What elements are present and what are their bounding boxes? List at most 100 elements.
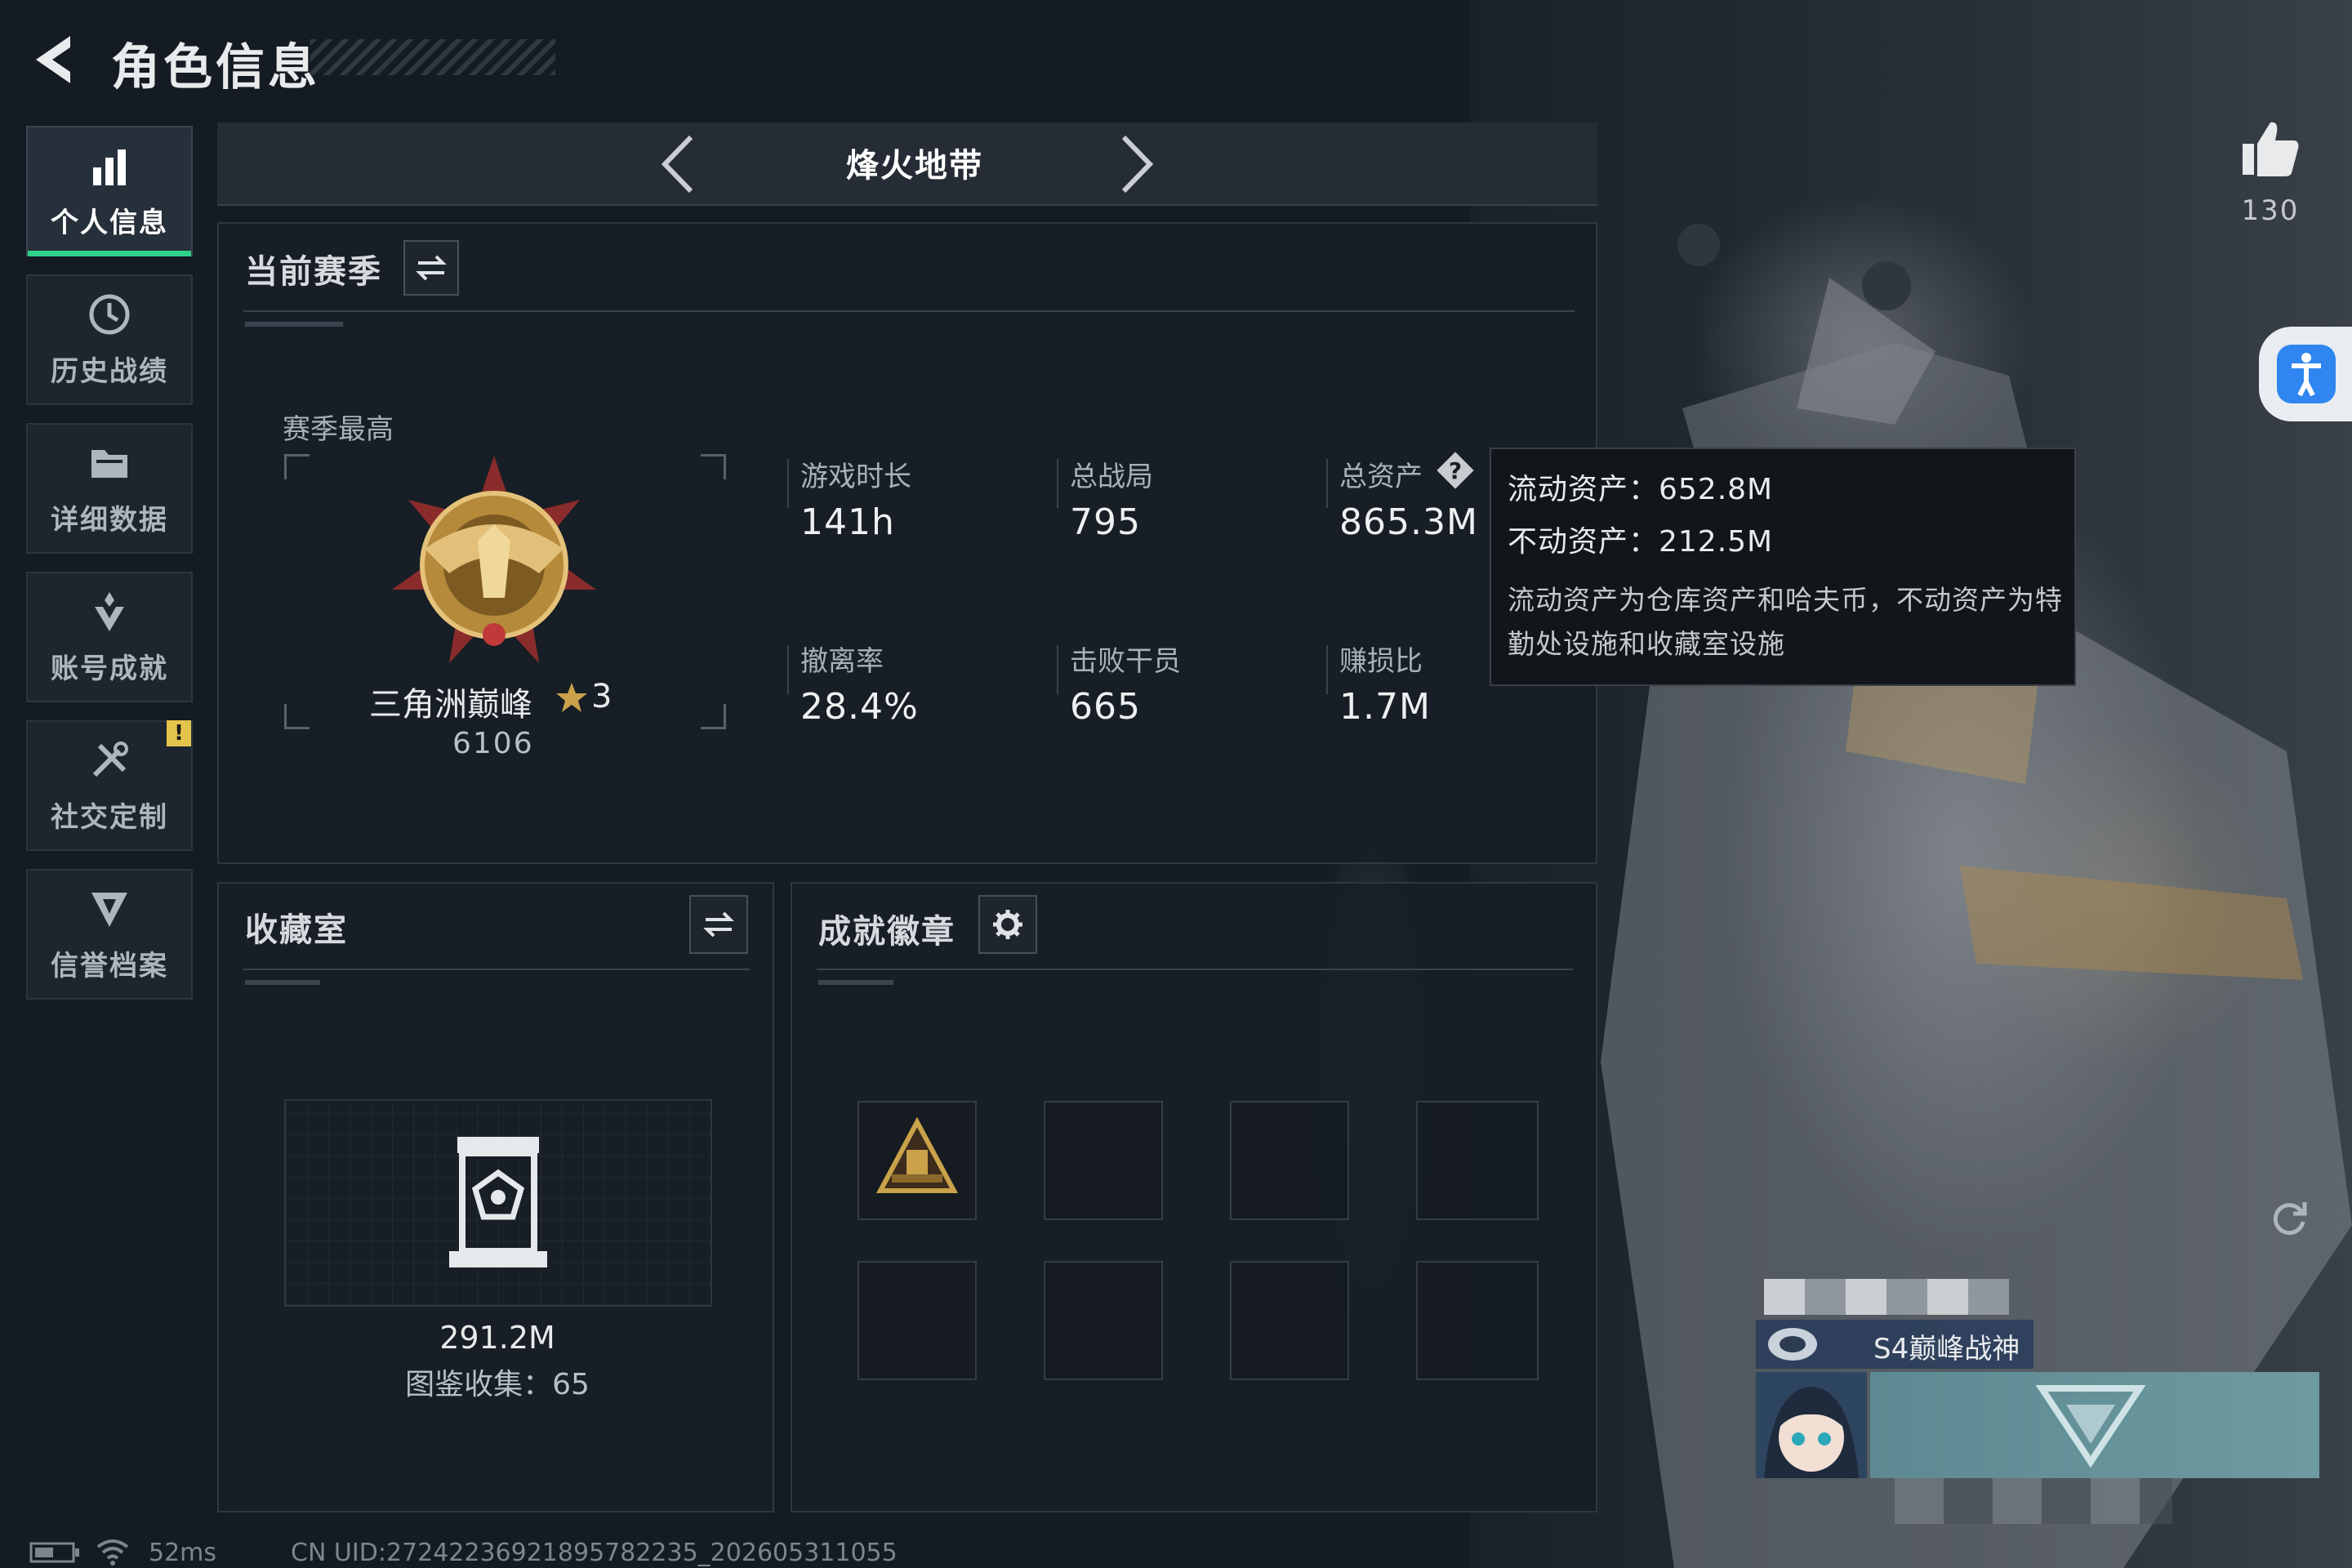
gear-icon: [993, 910, 1022, 939]
svg-text:?: ?: [1449, 457, 1462, 484]
rotate-icon[interactable]: [2269, 1197, 2310, 1238]
player-title: S4巅峰战神: [1873, 1333, 2020, 1365]
stat-value-profit-ratio: 1.7M: [1339, 686, 1431, 728]
title-decoration: [310, 39, 555, 75]
divider: [817, 969, 1573, 970]
avatar-image: [1764, 1387, 1859, 1478]
swap-icon: [703, 911, 734, 938]
back-arrow-icon[interactable]: [28, 31, 77, 88]
divider: [1326, 645, 1328, 694]
accessibility-button[interactable]: [2259, 327, 2352, 421]
title-emblem-icon: [1768, 1328, 1817, 1361]
stat-label-total-assets: 总资产: [1339, 461, 1423, 493]
decor-text: [245, 322, 343, 327]
sidebar-item-detailed-data[interactable]: 详细数据: [26, 423, 193, 554]
collection-catalog: 图鉴收集：65: [405, 1368, 590, 1401]
stat-value-playtime: 141h: [800, 501, 895, 543]
season-title: 当前赛季: [245, 253, 382, 291]
tooltip-liquid-assets: 流动资产：652.8M: [1508, 473, 1774, 506]
sidebar-item-label: 详细数据: [51, 503, 168, 537]
achievement-icon: [95, 591, 124, 631]
stat-label-kills: 击败干员: [1070, 645, 1181, 678]
rank-points: 6106: [452, 727, 534, 760]
battery-icon: [29, 1542, 79, 1563]
wifi-icon: [96, 1539, 129, 1566]
badge-slot-8[interactable]: [1416, 1261, 1539, 1380]
rank-name: 三角洲巅峰: [369, 686, 532, 724]
divider: [243, 969, 750, 970]
stat-value-total-assets: 865.3M: [1339, 501, 1478, 543]
stat-label-profit-ratio: 赚损比: [1339, 645, 1423, 678]
stat-value-kills: 665: [1070, 686, 1141, 728]
tools-icon: [92, 741, 128, 777]
sidebar-item-label: 账号成就: [51, 652, 168, 685]
rank-emblem-icon: [392, 456, 596, 663]
divider: [787, 645, 789, 694]
mode-name: 烽火地带: [846, 147, 983, 185]
decor-text: [818, 980, 893, 985]
swap-icon: [416, 255, 447, 281]
history-clock-icon: [89, 294, 130, 334]
divider: [787, 459, 789, 508]
season-switch-button[interactable]: [403, 240, 459, 296]
collection-value: 291.2M: [439, 1320, 555, 1356]
alert-badge: !: [167, 720, 191, 746]
display-case-icon: [449, 1137, 547, 1267]
frame-corner: [284, 454, 310, 479]
divider: [1057, 459, 1058, 508]
triangle-badge-icon: [875, 1116, 959, 1193]
badge-slot-7[interactable]: [1230, 1261, 1349, 1380]
collection-panel: 收藏室 291.2M 图鉴收集：65: [217, 882, 774, 1512]
frame-corner: [701, 704, 726, 729]
divider: [243, 310, 1575, 312]
chevron-left-icon[interactable]: [658, 134, 699, 194]
badges-panel: 成就徽章: [791, 882, 1597, 1512]
card-logo-icon: [2035, 1385, 2146, 1468]
sidebar-item-achievements[interactable]: 账号成就: [26, 572, 193, 702]
divider: [1057, 645, 1058, 694]
folder-icon: [91, 449, 127, 478]
sidebar-item-label: 历史战绩: [51, 354, 168, 388]
tooltip-fixed-assets: 不动资产：212.5M: [1508, 525, 1774, 559]
thumbs-up-icon[interactable]: [2238, 116, 2303, 181]
collection-switch-button[interactable]: [689, 895, 748, 954]
asset-tooltip: 流动资产：652.8M 不动资产：212.5M 流动资产为仓库资产和哈夫币，不动…: [1490, 448, 2076, 686]
badge-slot-5[interactable]: [858, 1261, 977, 1380]
avatar[interactable]: [1756, 1372, 1867, 1478]
badge-slot-3[interactable]: [1230, 1101, 1349, 1220]
ping-text: 52ms: [149, 1539, 217, 1567]
page-title: 角色信息: [111, 39, 320, 96]
sidebar-item-label: 个人信息: [51, 206, 168, 239]
chevron-right-icon[interactable]: [1116, 134, 1156, 194]
bar-chart-icon: [93, 149, 126, 185]
accessibility-icon: [2292, 353, 2321, 397]
stat-value-extract-rate: 28.4%: [800, 686, 919, 728]
sidebar-item-personal-info[interactable]: 个人信息: [26, 126, 193, 256]
collection-title: 收藏室: [245, 911, 348, 949]
frame-corner: [284, 704, 310, 729]
season-panel: 当前赛季 赛季最高 三角洲巅峰 3 6106 游戏时长 141h 总战局 795…: [217, 222, 1597, 864]
frame-corner: [701, 454, 726, 479]
stat-label-extract-rate: 撤离率: [800, 645, 884, 678]
sidebar-item-credit[interactable]: 信誉档案: [26, 869, 193, 1000]
uid-text: CN UID:27242236921895782235_202605311055: [291, 1539, 898, 1567]
badge-slot-6[interactable]: [1044, 1261, 1163, 1380]
badge-slot-4[interactable]: [1416, 1101, 1539, 1220]
badge-slot-1[interactable]: [858, 1101, 977, 1220]
tooltip-note: 流动资产为仓库资产和哈夫币，不动资产为特勤处设施和收藏室设施: [1508, 584, 2063, 660]
blurred-name: [1764, 1279, 2009, 1315]
season-best-label: 赛季最高: [283, 413, 394, 446]
badges-title: 成就徽章: [818, 913, 956, 951]
star-icon: [556, 683, 587, 712]
blurred-info: [1895, 1478, 2172, 1524]
player-card-banner: [1870, 1372, 2319, 1478]
stat-label-matches: 总战局: [1070, 461, 1153, 493]
badges-settings-button[interactable]: [978, 895, 1037, 954]
rank-stars: 3: [591, 678, 612, 715]
decor-text: [245, 980, 320, 985]
like-count: 130: [2241, 194, 2300, 227]
credit-shield-icon: [91, 892, 127, 927]
badge-slot-2[interactable]: [1044, 1101, 1163, 1220]
help-icon[interactable]: ?: [1434, 449, 1477, 492]
sidebar-item-history[interactable]: 历史战绩: [26, 274, 193, 405]
